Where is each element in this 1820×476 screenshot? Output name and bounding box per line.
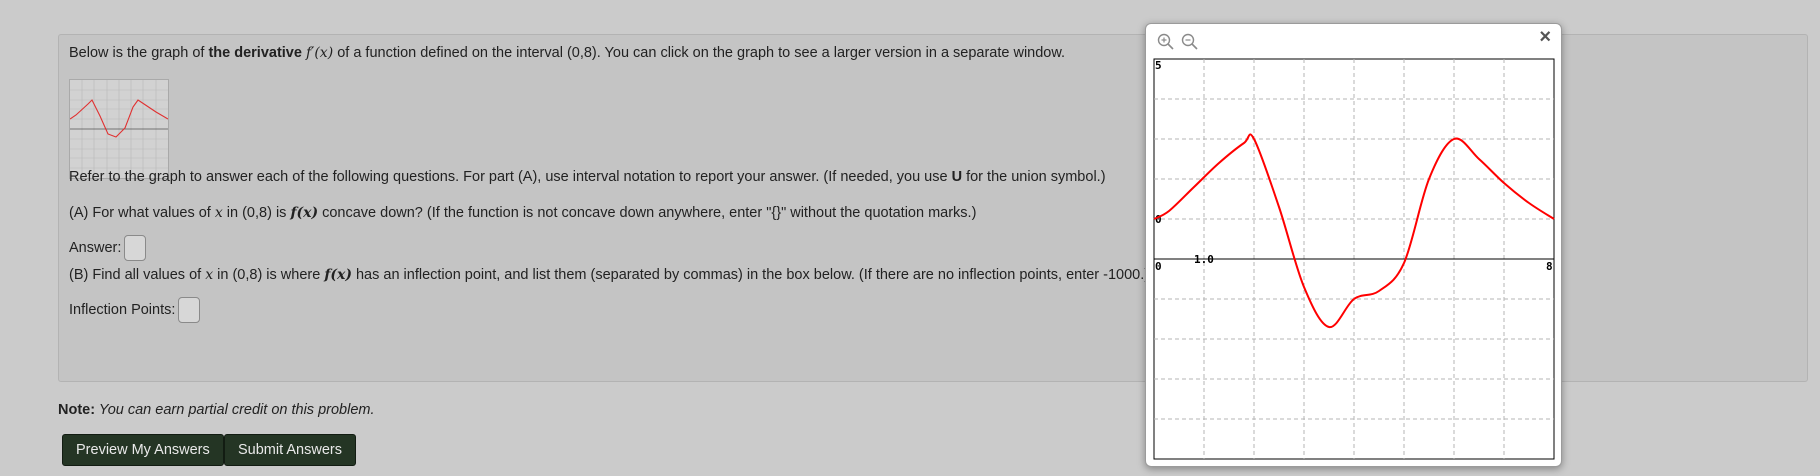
thumbnail-plot <box>69 80 169 178</box>
graph-thumbnail[interactable] <box>69 79 169 179</box>
part-a-p1: (A) For what values of <box>69 205 215 221</box>
part-b-p2: in (0,8) is where <box>213 267 325 283</box>
x-max-label: 8 <box>1546 260 1553 273</box>
intro-pre: Below is the graph of <box>69 45 209 61</box>
math-fx: f(x) <box>324 267 352 283</box>
union-symbol: U <box>951 169 963 185</box>
inflection-input[interactable] <box>178 297 201 323</box>
math-fx: f(x) <box>290 205 319 221</box>
derivative-math: f′(x) <box>305 45 334 61</box>
answer-input[interactable] <box>124 235 147 261</box>
zoom-in-icon[interactable] <box>1156 32 1176 52</box>
y-value-label: 0 <box>1155 213 1162 226</box>
intro-bold: the derivative <box>208 45 302 61</box>
part-b-question: (B) Find all values of x in (0,8) is whe… <box>69 267 1149 283</box>
inflection-row: Inflection Points: <box>69 297 201 323</box>
refer-post: for the union symbol.) <box>962 169 1106 185</box>
graph-popup: × 5 0 0 1.0 8 <box>1145 23 1562 467</box>
part-a-p3: concave down? (If the function is not co… <box>318 205 977 221</box>
close-icon[interactable]: × <box>1539 26 1551 49</box>
refer-pre: Refer to the graph to answer each of the… <box>69 169 952 185</box>
answer-row: Answer: <box>69 235 147 261</box>
part-a-question: (A) For what values of x in (0,8) is f(x… <box>69 205 976 221</box>
math-x: x <box>205 267 214 283</box>
inflection-label: Inflection Points: <box>69 301 176 318</box>
x-min-label: 0 <box>1155 260 1162 273</box>
answer-label: Answer: <box>69 239 122 256</box>
submit-answers-button[interactable]: Submit Answers <box>224 434 356 466</box>
intro-post: of a function defined on the interval (0… <box>333 45 1066 61</box>
refer-text: Refer to the graph to answer each of the… <box>69 169 1106 185</box>
part-b-p1: (B) Find all values of <box>69 267 206 283</box>
preview-answers-button[interactable]: Preview My Answers <box>62 434 224 466</box>
part-a-p2: in (0,8) is <box>222 205 291 221</box>
zoom-out-icon[interactable] <box>1180 32 1200 52</box>
note: Note: You can earn partial credit on thi… <box>58 402 375 418</box>
derivative-graph: 5 0 0 1.0 8 <box>1153 58 1555 460</box>
part-b-p3: has an inflection point, and list them (… <box>351 267 1150 283</box>
note-label: Note: <box>58 402 96 418</box>
math-x: x <box>214 205 223 221</box>
scale-label: 1.0 <box>1194 253 1214 266</box>
y-max-label: 5 <box>1155 59 1162 72</box>
note-text: You can earn partial credit on this prob… <box>95 402 375 418</box>
intro-text: Below is the graph of the derivative f′(… <box>69 45 1065 61</box>
